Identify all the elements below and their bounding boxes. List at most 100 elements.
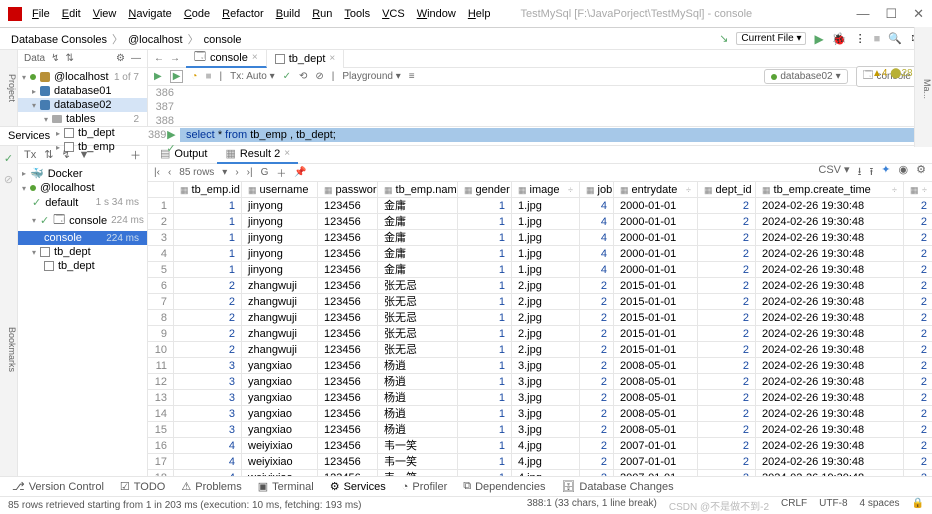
row-number[interactable]: 7	[148, 294, 174, 310]
grid-cell[interactable]: 2	[698, 278, 756, 294]
grid-cell[interactable]: 张无忌	[378, 310, 458, 326]
grid-cell[interactable]: 1	[458, 326, 512, 342]
ok-icon[interactable]: ✓	[4, 152, 13, 165]
grid-cell[interactable]: 123456	[318, 326, 378, 342]
grid-cell[interactable]: 3.jpg	[512, 358, 580, 374]
grid-cell[interactable]: 2	[580, 470, 614, 476]
grid-cell[interactable]: 2024-02-26 19:30:48	[756, 278, 904, 294]
grid-cell[interactable]: 1	[458, 246, 512, 262]
grid-cell[interactable]: 1.jpg	[512, 214, 580, 230]
menu-tools[interactable]: Tools	[344, 8, 370, 20]
grid-cell[interactable]: 2	[904, 326, 932, 342]
grid-cell[interactable]: 1	[458, 198, 512, 214]
grid-cell[interactable]: 2	[174, 342, 242, 358]
grid-cell[interactable]: 123456	[318, 406, 378, 422]
refresh-icon[interactable]: Tx	[24, 149, 36, 161]
gear-icon[interactable]: ⚙	[116, 53, 125, 64]
grid-cell[interactable]: 2	[580, 342, 614, 358]
grid-cell[interactable]: 2015-01-01	[614, 326, 698, 342]
grid-cell[interactable]: 2	[698, 374, 756, 390]
grid-cell[interactable]: 4	[580, 198, 614, 214]
grid-cell[interactable]: 2	[698, 262, 756, 278]
maximize-icon[interactable]: ☐	[885, 6, 897, 22]
grid-cell[interactable]: 杨逍	[378, 374, 458, 390]
run-icon[interactable]: ▶	[814, 32, 823, 46]
grid-cell[interactable]: 2024-02-26 19:30:48	[756, 246, 904, 262]
menu-vcs[interactable]: VCS	[382, 8, 405, 20]
column-header[interactable]: ▦password÷	[318, 182, 378, 198]
bottom-tab-terminal[interactable]: ▣Terminal	[252, 480, 320, 493]
grid-cell[interactable]: 4	[580, 230, 614, 246]
output-tab[interactable]: ▤Output	[152, 146, 215, 164]
grid-cell[interactable]: 4.jpg	[512, 438, 580, 454]
docker-node[interactable]: Docker	[48, 168, 83, 180]
schema-node-database02[interactable]: database02	[54, 99, 112, 111]
grid-cell[interactable]: 1.jpg	[512, 246, 580, 262]
grid-cell[interactable]: 2	[904, 230, 932, 246]
result-tab[interactable]: ▦Result 2×	[217, 146, 298, 164]
grid-cell[interactable]: 2	[904, 342, 932, 358]
bottom-tab-dependencies[interactable]: ⧉Dependencies	[457, 480, 551, 493]
host-node[interactable]: @localhost	[40, 182, 95, 194]
grid-cell[interactable]: 2015-01-01	[614, 342, 698, 358]
row-number[interactable]: 9	[148, 326, 174, 342]
grid-cell[interactable]: zhangwuji	[242, 310, 318, 326]
grid-cell[interactable]: 杨逍	[378, 422, 458, 438]
grid-cell[interactable]: 1	[174, 262, 242, 278]
grid-cell[interactable]: 2	[698, 454, 756, 470]
grid-cell[interactable]: 杨逍	[378, 358, 458, 374]
grid-cell[interactable]: 2	[174, 278, 242, 294]
collapse-icon[interactable]: ↯	[51, 53, 59, 64]
breadcrumb-item[interactable]: console	[201, 34, 245, 46]
grid-cell[interactable]: 2000-01-01	[614, 246, 698, 262]
bottom-tab-todo[interactable]: ☑TODO	[114, 480, 171, 493]
row-number[interactable]: 1	[148, 198, 174, 214]
grid-cell[interactable]: 2024-02-26 19:30:48	[756, 390, 904, 406]
grid-cell[interactable]: 2	[698, 198, 756, 214]
x-icon[interactable]: ⊘	[4, 173, 13, 186]
grid-cell[interactable]: 2	[904, 246, 932, 262]
grid-cell[interactable]: 2000-01-01	[614, 214, 698, 230]
grid-cell[interactable]: 1	[458, 438, 512, 454]
grid-cell[interactable]: 2	[904, 310, 932, 326]
grid-cell[interactable]: 2024-02-26 19:30:48	[756, 230, 904, 246]
grid-cell[interactable]: 123456	[318, 262, 378, 278]
grid-cell[interactable]: 2	[904, 454, 932, 470]
tx-mode-selector[interactable]: Tx: Auto ▾	[230, 71, 275, 82]
grid-cell[interactable]: 2000-01-01	[614, 262, 698, 278]
grid-cell[interactable]: yangxiao	[242, 358, 318, 374]
bookmarks-tool-button[interactable]: Bookmarks	[7, 327, 17, 372]
grid-cell[interactable]: 2	[904, 214, 932, 230]
grid-cell[interactable]: jinyong	[242, 214, 318, 230]
grid-cell[interactable]: 1.jpg	[512, 198, 580, 214]
grid-cell[interactable]: zhangwuji	[242, 342, 318, 358]
export-format-selector[interactable]: CSV ▾	[818, 163, 849, 182]
grid-cell[interactable]: 2008-05-01	[614, 374, 698, 390]
grid-cell[interactable]: 4	[174, 454, 242, 470]
search-icon[interactable]: 🔍	[888, 32, 902, 45]
grid-cell[interactable]: 韦一笑	[378, 438, 458, 454]
grid-cell[interactable]: 4	[580, 246, 614, 262]
readonly-icon[interactable]: 🔒	[912, 498, 924, 513]
grid-cell[interactable]: 张无忌	[378, 326, 458, 342]
grid-cell[interactable]: 3	[174, 358, 242, 374]
grid-cell[interactable]: 123456	[318, 358, 378, 374]
indent-settings[interactable]: 4 spaces	[860, 498, 900, 513]
grid-cell[interactable]: 2000-01-01	[614, 198, 698, 214]
column-header[interactable]: ▦entrydate÷	[614, 182, 698, 198]
cancel-icon[interactable]: ⊘	[315, 71, 323, 82]
tab-close-icon[interactable]: ×	[252, 52, 258, 63]
grid-cell[interactable]: 2	[580, 406, 614, 422]
grid-cell[interactable]: 金庸	[378, 246, 458, 262]
grid-cell[interactable]: 1	[458, 294, 512, 310]
eye-icon[interactable]: ◉	[899, 163, 909, 182]
grid-cell[interactable]: 2	[698, 294, 756, 310]
row-number[interactable]: 13	[148, 390, 174, 406]
rows-count-label[interactable]: 85 rows	[179, 167, 214, 178]
breadcrumb-item[interactable]: Database Consoles	[8, 34, 110, 46]
grid-cell[interactable]: 1	[458, 230, 512, 246]
row-number[interactable]: 15	[148, 422, 174, 438]
grid-cell[interactable]: 2024-02-26 19:30:48	[756, 214, 904, 230]
tab-close-icon[interactable]: ×	[329, 53, 335, 64]
grid-cell[interactable]: yangxiao	[242, 374, 318, 390]
